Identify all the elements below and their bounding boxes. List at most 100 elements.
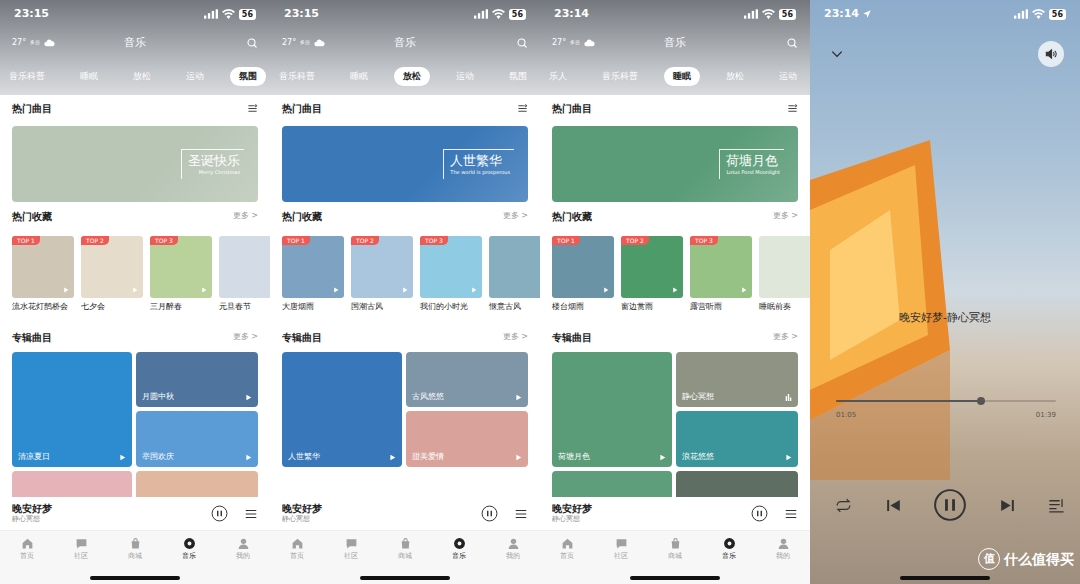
category-tab[interactable]: 放松 bbox=[124, 67, 160, 87]
album-tile[interactable]: 清凉夏日 bbox=[12, 352, 132, 467]
category-tab[interactable]: 睡眠 bbox=[71, 67, 107, 87]
collection-item[interactable]: TOP 3三月醉春 bbox=[150, 236, 212, 316]
play-icon[interactable] bbox=[785, 454, 792, 461]
collection-item[interactable]: TOP 2窗边赏雨 bbox=[621, 236, 683, 316]
featured-banner[interactable]: 圣诞快乐Merry Christmas bbox=[12, 126, 258, 202]
featured-banner[interactable]: 荷塘月色Lotus Pond Moonlight bbox=[552, 126, 798, 202]
collection-cover[interactable]: TOP 1 bbox=[552, 236, 614, 298]
collection-cover[interactable] bbox=[489, 236, 540, 298]
collection-item[interactable]: 睡眠前奏 bbox=[759, 236, 810, 316]
music-disc-icon[interactable] bbox=[723, 537, 736, 550]
album-tile[interactable]: 人世繁华 bbox=[282, 352, 402, 467]
collection-cover[interactable]: TOP 1 bbox=[282, 236, 344, 298]
more-link[interactable]: 更多 > bbox=[233, 331, 258, 343]
collection-cover[interactable] bbox=[759, 236, 810, 298]
album-tile[interactable]: 浪花悠悠 bbox=[676, 411, 798, 467]
more-link[interactable]: 更多 > bbox=[773, 210, 798, 222]
album-tile[interactable]: 举国欢庆 bbox=[136, 411, 258, 467]
previous-icon[interactable] bbox=[884, 496, 903, 515]
play-icon[interactable] bbox=[389, 454, 396, 461]
shop-bag-icon[interactable] bbox=[669, 537, 682, 550]
featured-banner[interactable]: 人世繁华The world is prosperous bbox=[282, 126, 528, 202]
chevron-down-icon[interactable] bbox=[830, 47, 844, 61]
category-tab[interactable]: 乐人 bbox=[540, 67, 576, 87]
play-icon[interactable] bbox=[63, 287, 69, 293]
more-link[interactable]: 更多 > bbox=[503, 210, 528, 222]
pause-icon[interactable] bbox=[211, 505, 228, 522]
nav-item[interactable]: 我的 bbox=[493, 537, 533, 562]
mini-player[interactable]: 晚安好梦静心冥想 bbox=[0, 497, 270, 530]
pause-icon[interactable] bbox=[751, 505, 768, 522]
list-sort-icon[interactable] bbox=[517, 103, 528, 114]
category-tab[interactable]: 氛围 bbox=[230, 67, 266, 87]
category-tab[interactable]: 运动 bbox=[770, 67, 806, 87]
collection-cover[interactable]: TOP 3 bbox=[420, 236, 482, 298]
list-sort-icon[interactable] bbox=[247, 103, 258, 114]
play-icon[interactable] bbox=[245, 454, 252, 461]
album-tile[interactable] bbox=[552, 471, 672, 497]
collection-item[interactable]: 惬意古风 bbox=[489, 236, 540, 316]
home-icon[interactable] bbox=[561, 537, 574, 550]
collection-item[interactable]: TOP 2国潮古风 bbox=[351, 236, 413, 316]
album-tile[interactable]: 古风悠悠 bbox=[406, 352, 528, 407]
mini-player[interactable]: 晚安好梦静心冥想 bbox=[540, 497, 810, 530]
progress-track[interactable] bbox=[836, 400, 1056, 402]
user-icon[interactable] bbox=[237, 537, 250, 550]
play-icon[interactable] bbox=[119, 454, 126, 461]
category-tab[interactable]: 音乐科普 bbox=[0, 67, 54, 87]
nav-item[interactable]: 商城 bbox=[385, 537, 425, 562]
play-icon[interactable] bbox=[333, 287, 339, 293]
play-icon[interactable] bbox=[245, 394, 252, 401]
play-icon[interactable] bbox=[515, 454, 522, 461]
play-icon[interactable] bbox=[603, 287, 609, 293]
nav-item[interactable]: 社区 bbox=[331, 537, 371, 562]
nav-item[interactable]: 音乐 bbox=[709, 537, 749, 562]
play-icon[interactable] bbox=[741, 287, 747, 293]
category-tab[interactable]: 运动 bbox=[447, 67, 483, 87]
community-icon[interactable] bbox=[615, 537, 628, 550]
user-icon[interactable] bbox=[507, 537, 520, 550]
shop-bag-icon[interactable] bbox=[129, 537, 142, 550]
shop-bag-icon[interactable] bbox=[399, 537, 412, 550]
nav-item[interactable]: 我的 bbox=[223, 537, 263, 562]
category-tab[interactable]: 睡眠 bbox=[664, 67, 700, 87]
play-icon[interactable] bbox=[672, 287, 678, 293]
nav-item[interactable]: 我的 bbox=[763, 537, 803, 562]
nav-item[interactable]: 音乐 bbox=[439, 537, 479, 562]
nav-item[interactable]: 商城 bbox=[115, 537, 155, 562]
music-disc-icon[interactable] bbox=[183, 537, 196, 550]
nav-item[interactable]: 首页 bbox=[277, 537, 317, 562]
category-tab[interactable]: 放松 bbox=[717, 67, 753, 87]
album-tile[interactable]: 荷塘月色 bbox=[552, 352, 672, 467]
album-tile[interactable]: 月圆中秋 bbox=[136, 352, 258, 407]
more-link[interactable]: 更多 > bbox=[233, 210, 258, 222]
play-icon[interactable] bbox=[659, 454, 666, 461]
category-tab[interactable]: 睡眠 bbox=[341, 67, 377, 87]
collection-cover[interactable]: TOP 2 bbox=[351, 236, 413, 298]
equalizer-icon[interactable] bbox=[785, 394, 792, 401]
play-icon[interactable] bbox=[132, 287, 138, 293]
speaker-icon[interactable] bbox=[1044, 47, 1058, 61]
play-icon[interactable] bbox=[515, 394, 522, 401]
collection-item[interactable]: TOP 1楼台烟雨 bbox=[552, 236, 614, 316]
album-tile[interactable]: 甜美爱情 bbox=[406, 411, 528, 467]
queue-list-icon[interactable] bbox=[784, 507, 798, 521]
collection-item[interactable]: TOP 1大唐烟雨 bbox=[282, 236, 344, 316]
play-icon[interactable] bbox=[471, 287, 477, 293]
album-tile[interactable] bbox=[136, 471, 258, 497]
play-icon[interactable] bbox=[402, 287, 408, 293]
community-icon[interactable] bbox=[345, 537, 358, 550]
album-tile[interactable] bbox=[676, 471, 798, 497]
search-icon[interactable] bbox=[516, 37, 528, 49]
repeat-icon[interactable] bbox=[834, 496, 853, 515]
queue-list-icon[interactable] bbox=[514, 507, 528, 521]
collection-item[interactable]: TOP 3我们的小时光 bbox=[420, 236, 482, 316]
list-sort-icon[interactable] bbox=[787, 103, 798, 114]
home-icon[interactable] bbox=[291, 537, 304, 550]
collection-cover[interactable]: TOP 3 bbox=[150, 236, 212, 298]
more-link[interactable]: 更多 > bbox=[503, 331, 528, 343]
search-icon[interactable] bbox=[246, 37, 258, 49]
nav-item[interactable]: 音乐 bbox=[169, 537, 209, 562]
collection-item[interactable]: 元旦春节 bbox=[219, 236, 270, 316]
queue-list-icon[interactable] bbox=[244, 507, 258, 521]
